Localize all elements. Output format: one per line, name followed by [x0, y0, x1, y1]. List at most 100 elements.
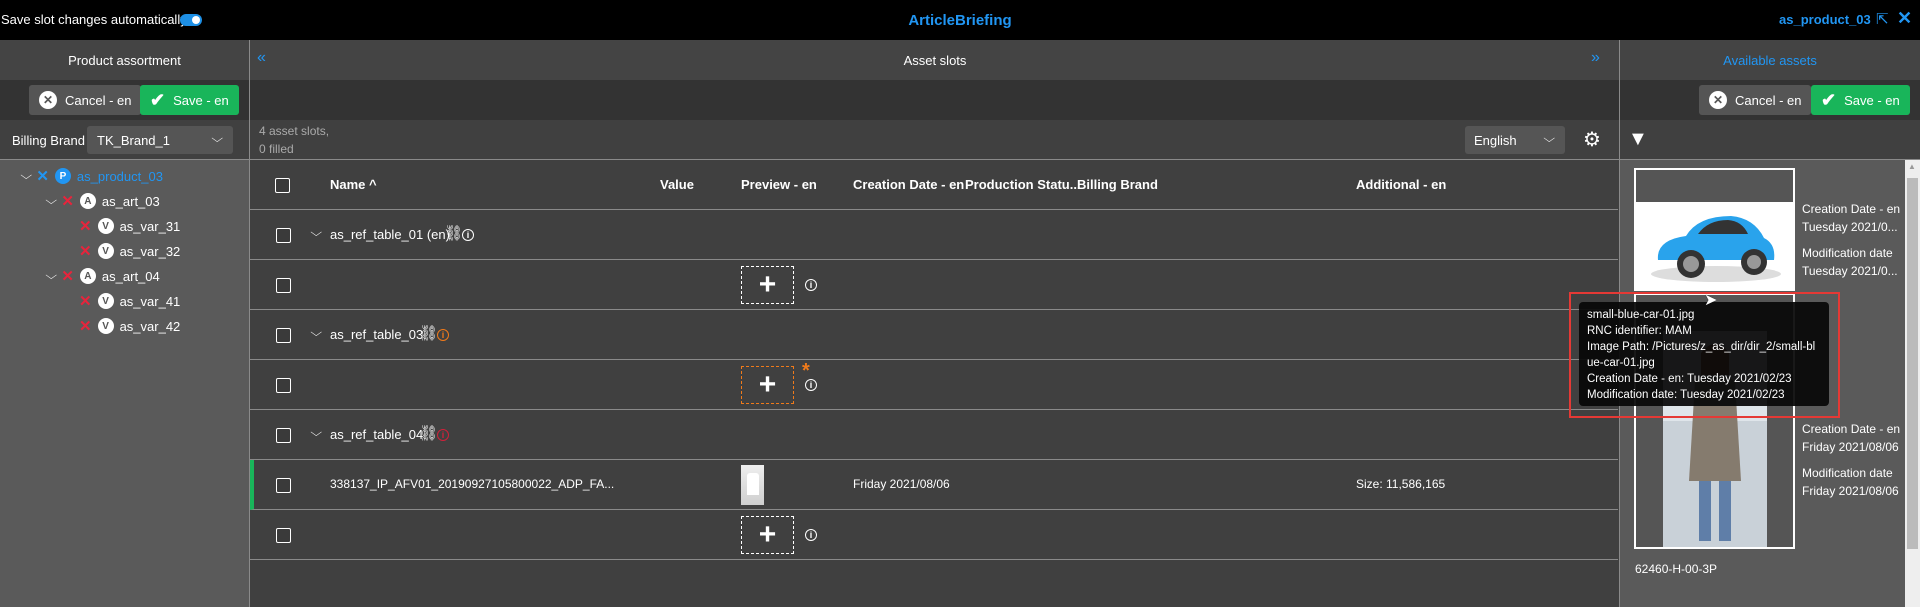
- info-icon[interactable]: i: [462, 229, 474, 241]
- asset-tooltip: small-blue-car-01.jpg RNC identifier: MA…: [1579, 302, 1829, 406]
- group-row[interactable]: ⌵ as_ref_table_03 ⛓ i: [250, 310, 1618, 360]
- open-external-icon[interactable]: ⇱: [1876, 10, 1889, 28]
- table-header: Name ^ Value Preview - en Creation Date …: [250, 160, 1618, 210]
- panel-title: Available assets: [1620, 40, 1920, 80]
- select-all-checkbox[interactable]: [275, 178, 290, 193]
- cancel-label: Cancel - en: [1735, 92, 1802, 108]
- chevron-down-icon[interactable]: ⌵: [310, 327, 322, 340]
- asset-creation-label: Creation Date - en: [1802, 422, 1901, 436]
- cancel-button[interactable]: ✕ Cancel - en: [29, 85, 142, 115]
- row-checkbox[interactable]: [276, 228, 291, 243]
- close-icon[interactable]: ✕: [1897, 8, 1912, 29]
- tree-item[interactable]: ✕ Vas_var_31: [79, 216, 180, 236]
- remove-icon[interactable]: ✕: [79, 292, 92, 310]
- unlink-icon[interactable]: ⛓: [419, 324, 438, 342]
- product-assortment-panel: Product assortment ✕ Cancel - en ✔ Save - …: [0, 40, 249, 607]
- middle-toolbar: 4 asset slots, 0 filled English ⌵ ⚙: [250, 120, 1620, 160]
- add-asset-slot[interactable]: +: [741, 266, 794, 304]
- asset-modification-value: Tuesday 2021/0...: [1802, 264, 1898, 278]
- remove-icon[interactable]: ✕: [36, 167, 49, 185]
- info-icon[interactable]: i: [805, 379, 817, 391]
- remove-icon[interactable]: ✕: [79, 317, 92, 335]
- cancel-button[interactable]: ✕ Cancel - en: [1699, 85, 1812, 115]
- type-badge-icon: V: [97, 243, 114, 259]
- chevron-down-icon[interactable]: ⌵: [310, 227, 322, 240]
- filled-count: 0 filled: [259, 142, 294, 156]
- info-icon[interactable]: i: [805, 279, 817, 291]
- unlink-icon[interactable]: ⛓: [419, 424, 438, 442]
- collapse-right-icon[interactable]: »: [1591, 49, 1600, 67]
- tree-item-label: as_art_03: [101, 193, 160, 209]
- tree-item[interactable]: ✕ Vas_var_32: [79, 241, 180, 261]
- asset-row[interactable]: 338137_IP_AFV01_20190927105800022_ADP_FA…: [250, 460, 1618, 510]
- tree-item[interactable]: ⌵ ✕ Aas_art_04: [45, 266, 160, 286]
- info-icon[interactable]: i: [805, 529, 817, 541]
- row-checkbox[interactable]: [276, 278, 291, 293]
- auto-save-toggle[interactable]: [180, 14, 202, 26]
- remove-icon[interactable]: ✕: [61, 267, 74, 285]
- chevron-down-icon[interactable]: ⌵: [20, 170, 32, 183]
- tree-item[interactable]: ⌵ ✕ Pas_product_03: [20, 166, 163, 186]
- asset-modification-label: Modification date: [1802, 466, 1893, 480]
- settings-gear-icon[interactable]: ⚙: [1583, 127, 1601, 152]
- chevron-down-icon[interactable]: ⌵: [45, 195, 57, 208]
- mouse-cursor-icon: ➤: [1704, 292, 1718, 309]
- tree-item-label: as_var_42: [119, 318, 181, 334]
- column-additional[interactable]: Additional - en: [1356, 177, 1446, 192]
- row-checkbox[interactable]: [276, 528, 291, 543]
- asset-modification-label: Modification date: [1802, 246, 1893, 260]
- tree-item[interactable]: ✕ Vas_var_42: [79, 316, 180, 336]
- asset-creation-value: Friday 2021/08/06: [1802, 440, 1899, 454]
- group-row[interactable]: ⌵ as_ref_table_04 ⛓ i: [250, 410, 1618, 460]
- slot-count: 4 asset slots,: [259, 124, 330, 138]
- type-badge-icon: V: [97, 218, 114, 234]
- billing-brand-select[interactable]: TK_Brand_1 ⌵: [87, 126, 233, 154]
- scroll-up-icon[interactable]: ▲: [1908, 162, 1916, 171]
- check-icon: ✔: [1821, 89, 1837, 110]
- asset-thumbnail[interactable]: [741, 465, 764, 505]
- type-badge-icon: V: [97, 318, 114, 334]
- panel-title: Asset slots: [250, 40, 1620, 80]
- tree-item[interactable]: ⌵ ✕ Aas_art_03: [45, 191, 160, 211]
- remove-icon[interactable]: ✕: [79, 242, 92, 260]
- check-icon: ✔: [150, 89, 166, 110]
- chevron-down-icon[interactable]: ⌵: [310, 427, 322, 440]
- type-badge-icon: V: [97, 293, 114, 309]
- product-link[interactable]: as_product_03: [1779, 12, 1871, 27]
- scrollbar-thumb[interactable]: [1907, 178, 1918, 549]
- row-checkbox[interactable]: [276, 378, 291, 393]
- asset-modification-value: Friday 2021/08/06: [1802, 484, 1899, 498]
- column-production-status[interactable]: Production Statu...: [965, 177, 1081, 192]
- group-row[interactable]: ⌵ as_ref_table_01 (en) ⛓ i: [250, 210, 1618, 260]
- language-select[interactable]: English ⌵: [1465, 126, 1565, 154]
- remove-icon[interactable]: ✕: [61, 192, 74, 210]
- scrollbar[interactable]: ▲: [1905, 160, 1920, 607]
- tree-item[interactable]: ✕ Vas_var_41: [79, 291, 180, 311]
- slot-row: + * i: [250, 360, 1618, 410]
- add-asset-slot-required[interactable]: +: [741, 366, 794, 404]
- add-asset-slot[interactable]: +: [741, 516, 794, 554]
- tree-item-label: as_var_41: [119, 293, 181, 309]
- unlink-icon[interactable]: ⛓: [444, 224, 463, 242]
- column-billing-brand[interactable]: Billing Brand: [1077, 177, 1158, 192]
- column-name[interactable]: Name ^: [330, 177, 377, 192]
- collapse-left-icon[interactable]: «: [257, 49, 266, 67]
- column-preview[interactable]: Preview - en: [741, 177, 817, 192]
- chevron-down-icon[interactable]: ⌵: [45, 270, 57, 283]
- filter-icon[interactable]: ▼: [1628, 128, 1648, 151]
- middle-button-row: [250, 80, 1620, 120]
- app-title: ArticleBriefing: [908, 12, 1012, 29]
- row-checkbox[interactable]: [276, 428, 291, 443]
- column-creation-date[interactable]: Creation Date - en: [853, 177, 964, 192]
- save-button[interactable]: ✔ Save - en: [1811, 85, 1910, 115]
- save-button[interactable]: ✔ Save - en: [140, 85, 239, 115]
- chevron-down-icon: ⌵: [210, 133, 223, 145]
- column-value[interactable]: Value: [660, 177, 694, 192]
- error-info-icon[interactable]: i: [437, 429, 449, 441]
- warning-info-icon[interactable]: i: [437, 329, 449, 341]
- remove-icon[interactable]: ✕: [79, 217, 92, 235]
- row-checkbox[interactable]: [276, 478, 291, 493]
- row-checkbox[interactable]: [276, 328, 291, 343]
- asset-card-car[interactable]: [1634, 168, 1795, 291]
- asset-additional: Size: 11,586,165: [1356, 477, 1446, 491]
